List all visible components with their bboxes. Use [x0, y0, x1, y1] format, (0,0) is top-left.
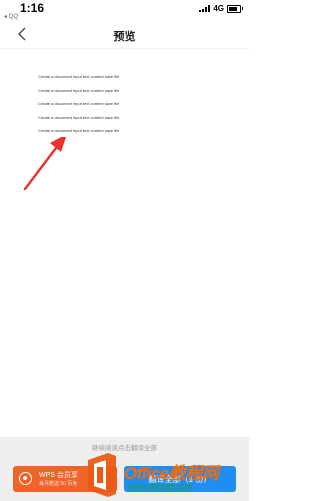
document-preview: Create a document input text content sav… [0, 49, 249, 437]
document-line: Create a document input text content sav… [38, 114, 120, 120]
red-arrow-icon [23, 137, 66, 191]
watermark-text: Office教程网 [124, 464, 219, 483]
nav-bar: 预览 [0, 22, 249, 49]
signal-icon [199, 5, 211, 12]
battery-fill [229, 6, 237, 11]
office-watermark: Office教程网 www.office26.com [84, 452, 246, 498]
translate-hint: 继续阅读点击翻译全部 [92, 445, 157, 452]
network-type: 4G [213, 4, 224, 13]
document-lines: Create a document input text content sav… [38, 75, 119, 143]
wps-banner-title: WPS 会员享 [39, 472, 78, 479]
status-time: 1:16 [20, 1, 45, 15]
document-line: Create a document input text content sav… [38, 87, 120, 93]
wps-icon [19, 472, 32, 485]
status-bar: 1:16 ◂ QQ 4G [0, 0, 249, 22]
back-to-qq-link[interactable]: ◂ QQ [4, 13, 18, 20]
watermark-url: www.office26.com [128, 482, 193, 491]
battery-icon [227, 4, 243, 13]
document-line: Create a document input text content sav… [38, 74, 120, 79]
page-title: 预览 [113, 31, 136, 43]
office-logo-icon [88, 453, 116, 497]
wps-banner-subtitle: 每月赠送 50 页免 [39, 481, 78, 487]
status-indicators: 4G [199, 4, 243, 13]
document-line: Create a document input text content sav… [38, 101, 120, 106]
